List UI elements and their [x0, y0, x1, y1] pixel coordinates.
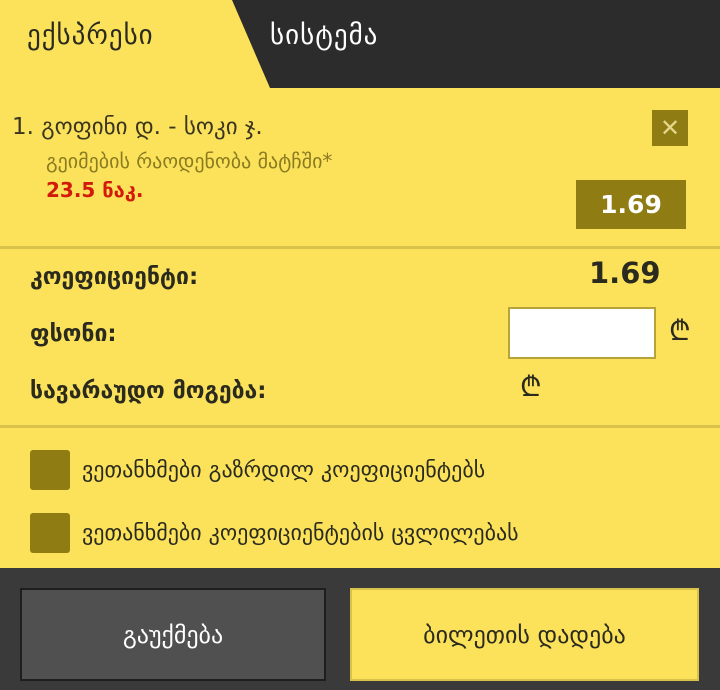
potential-win-label: სავარაუდო მოგება: [30, 378, 267, 404]
agree-odds-change-label: ვეთანხმები კოეფიციენტების ცვლილებას [82, 520, 519, 546]
close-icon: ✕ [659, 114, 681, 142]
selection-match: გოფინი დ. - სოკი ჯ. [41, 114, 263, 140]
lari-currency-icon: ₾ [520, 370, 542, 403]
selection-index: 1. [12, 114, 34, 140]
remove-selection-button[interactable]: ✕ [652, 110, 688, 146]
lari-currency-icon: ₾ [669, 314, 691, 347]
stake-input[interactable] [508, 307, 656, 359]
selection-line: 23.5 ნაკ. [46, 178, 144, 202]
tab-system[interactable]: სისტემა [270, 20, 378, 51]
stake-label: ფსონი: [30, 321, 117, 347]
agreements: ვეთანხმები გაზრდილ კოეფიციენტებს ვეთანხმ… [0, 428, 720, 568]
clear-button[interactable]: გაუქმება [20, 588, 326, 681]
betslip-tabs: ექსპრესი სისტემა [0, 0, 720, 88]
agree-increased-odds-checkbox[interactable] [30, 450, 70, 490]
coefficient-value: 1.69 [589, 256, 661, 290]
coefficient-label: კოეფიციენტი: [30, 264, 199, 290]
agree-increased-odds-row[interactable]: ვეთანხმები გაზრდილ კოეფიციენტებს [30, 450, 485, 490]
place-bet-button[interactable]: ბილეთის დადება [350, 588, 699, 681]
tab-express-label[interactable]: ექსპრესი [27, 20, 154, 51]
betslip-footer: გაუქმება ბილეთის დადება [0, 568, 720, 690]
bet-summary: კოეფიციენტი: 1.69 ფსონი: ₾ სავარაუდო მოგ… [0, 249, 720, 425]
selection-title: 1. გოფინი დ. - სოკი ჯ. [12, 114, 263, 140]
selection-odds: 1.69 [576, 180, 686, 229]
selection-market: გეიმების რაოდენობა მატჩში* [46, 149, 333, 173]
agree-increased-odds-label: ვეთანხმები გაზრდილ კოეფიციენტებს [82, 457, 486, 483]
agree-odds-change-row[interactable]: ვეთანხმები კოეფიციენტების ცვლილებას [30, 513, 519, 553]
agree-odds-change-checkbox[interactable] [30, 513, 70, 553]
bet-selection: 1. გოფინი დ. - სოკი ჯ. გეიმების რაოდენობ… [0, 88, 720, 246]
